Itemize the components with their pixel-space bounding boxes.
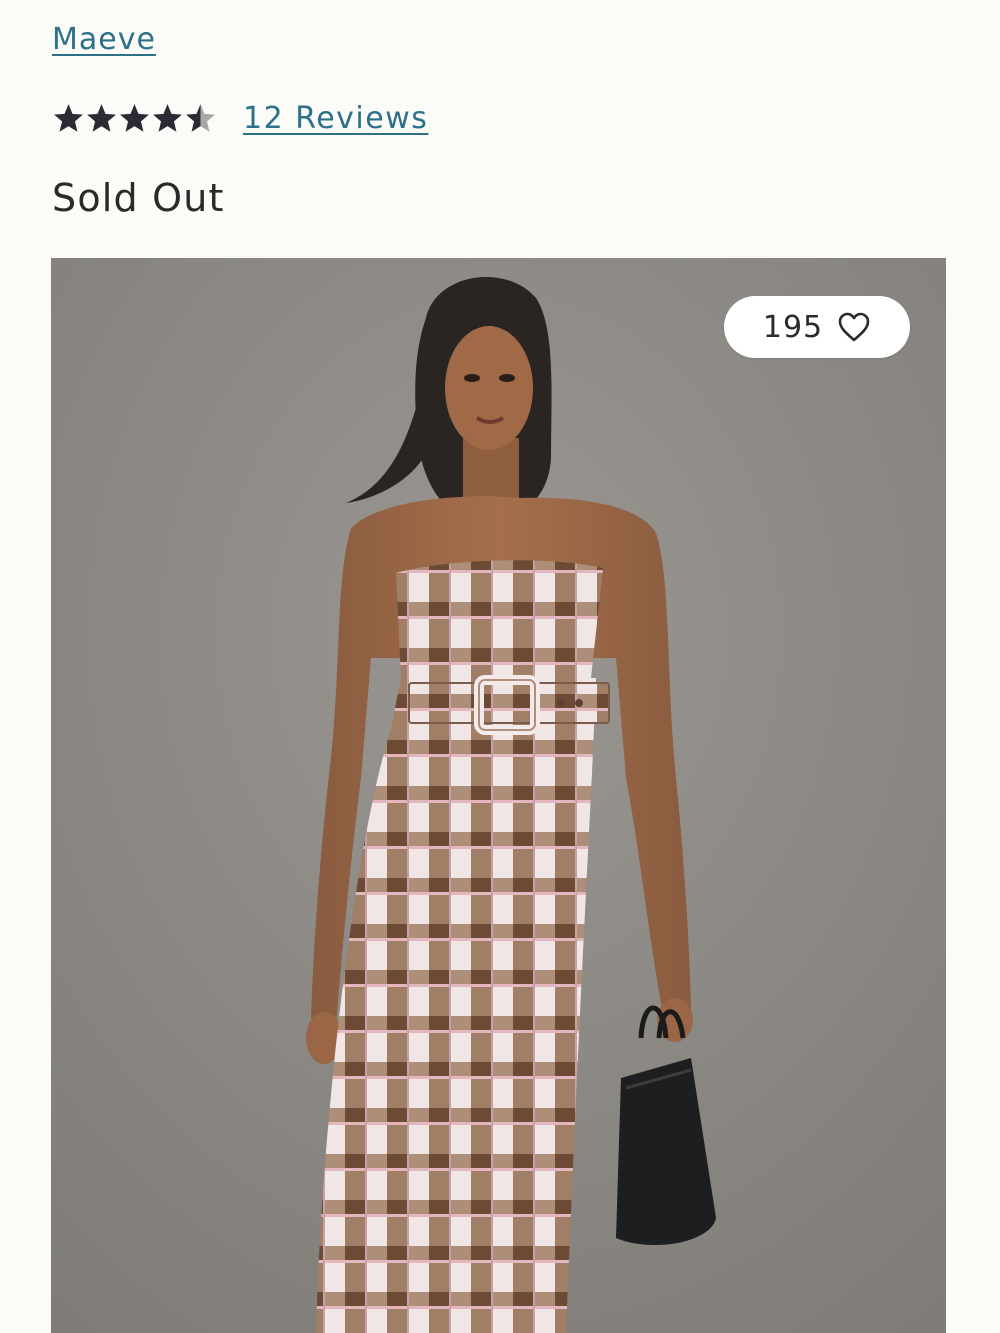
- product-photo[interactable]: [51, 258, 946, 1333]
- rating-row: 12 Reviews: [52, 96, 428, 140]
- star-icon: [120, 103, 149, 132]
- like-count: 195: [762, 309, 824, 345]
- reviews-link[interactable]: 12 Reviews: [243, 101, 428, 136]
- product-photo-illustration: [51, 258, 946, 1333]
- star-icon: [54, 103, 83, 132]
- star-icon: [87, 103, 116, 132]
- star-icon: [153, 103, 182, 132]
- heart-outline-icon: [838, 312, 870, 342]
- star-half-icon: [186, 103, 215, 132]
- like-button[interactable]: 195: [724, 296, 910, 358]
- availability-status: Sold Out: [52, 176, 225, 220]
- star-rating: [52, 102, 217, 135]
- brand-link[interactable]: Maeve: [52, 22, 156, 57]
